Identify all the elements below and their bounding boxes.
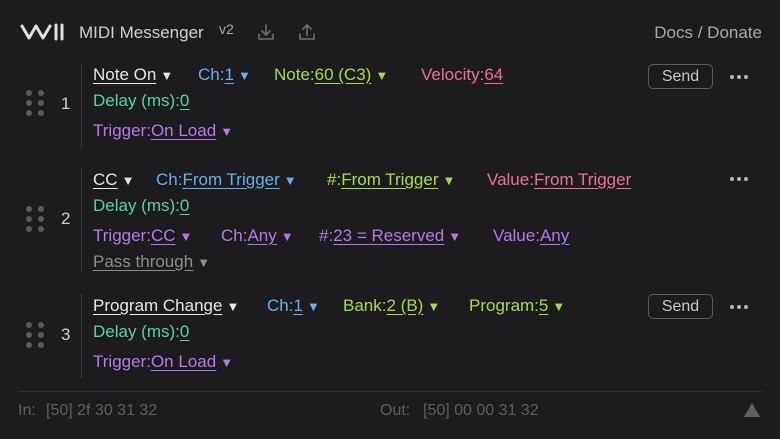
message-row-1: 1 Note On ▼ Ch:1 ▼ Note:60 (C3) ▼ Velocity:… — [0, 62, 780, 152]
message-row-3: 3 Program Change ▼ Ch:1 ▼ Bank:2 (B) ▼ Prog… — [0, 294, 780, 384]
message-type-select[interactable]: CC ▼ — [93, 169, 134, 192]
message-number: 2 — [61, 209, 71, 228]
trigger-channel-select[interactable]: Ch:Any ▼ — [221, 225, 294, 248]
more-options-icon[interactable] — [730, 174, 750, 184]
trigger-value-select[interactable]: Value:Any — [493, 225, 569, 247]
midi-out-value: [50] 00 00 31 32 — [423, 402, 539, 419]
delay-input[interactable]: Delay (ms):0 — [93, 195, 189, 217]
message-type-select[interactable]: Note On ▼ — [93, 64, 173, 87]
row-divider — [81, 64, 82, 148]
midi-in-label: In: — [18, 402, 36, 419]
midi-in-value: [50] 2f 30 31 32 — [46, 402, 158, 419]
cc-value-input[interactable]: Value:From Trigger — [487, 169, 631, 191]
trigger-number-select[interactable]: #:23 = Reserved ▼ — [319, 225, 461, 248]
app-header: MIDI Messenger v2 Docs / Donate — [0, 0, 780, 62]
program-select[interactable]: Program:5 ▼ — [469, 295, 565, 318]
download-icon[interactable] — [256, 22, 276, 42]
channel-select[interactable]: Ch:From Trigger ▼ — [156, 169, 297, 192]
channel-select[interactable]: Ch:1 ▼ — [198, 64, 251, 87]
docs-donate-link[interactable]: Docs / Donate — [654, 23, 762, 43]
midi-out-label: Out: — [380, 402, 411, 419]
message-row-2: 2 CC ▼ Ch:From Trigger ▼ #:From Trigger ▼ V… — [0, 168, 780, 278]
channel-select[interactable]: Ch:1 ▼ — [267, 295, 320, 318]
message-params-line: Program Change ▼ Ch:1 ▼ Bank:2 (B) ▼ Progra… — [93, 295, 733, 317]
delay-input[interactable]: Delay (ms):0 — [93, 90, 189, 112]
trigger-select[interactable]: Trigger:On Load ▼ — [93, 120, 233, 142]
pass-through-select[interactable]: Pass through ▼ — [93, 251, 210, 273]
velocity-input[interactable]: Velocity:64 — [421, 64, 503, 86]
message-params-line: Note On ▼ Ch:1 ▼ Note:60 (C3) ▼ Velocity:64 — [93, 64, 733, 86]
drag-handle-icon[interactable] — [26, 206, 44, 232]
app-title: MIDI Messenger — [79, 23, 204, 42]
more-options-icon[interactable] — [730, 302, 750, 312]
message-number: 3 — [61, 325, 71, 344]
message-type-select[interactable]: Program Change ▼ — [93, 295, 239, 318]
row-divider — [81, 168, 82, 272]
app-logo-icon — [20, 23, 64, 41]
drag-handle-icon[interactable] — [26, 322, 44, 348]
delay-input[interactable]: Delay (ms):0 — [93, 321, 189, 343]
upload-icon[interactable] — [297, 22, 317, 42]
send-button[interactable]: Send — [648, 294, 713, 319]
cc-number-select[interactable]: #:From Trigger ▼ — [327, 169, 455, 192]
app-version: v2 — [219, 21, 234, 37]
drag-handle-icon[interactable] — [26, 90, 44, 116]
note-select[interactable]: Note:60 (C3) ▼ — [274, 64, 388, 87]
midi-monitor-footer: In: [50] 2f 30 31 32 Out: [50] 00 00 31 … — [0, 400, 780, 424]
send-button[interactable]: Send — [648, 64, 713, 89]
trigger-select[interactable]: Trigger:On Load ▼ — [93, 351, 233, 373]
trigger-line: Trigger:CC ▼ Ch:Any ▼ #:23 = Reserved ▼ Val… — [93, 225, 733, 247]
message-number: 1 — [61, 94, 71, 113]
trigger-select[interactable]: Trigger:CC ▼ — [93, 225, 192, 248]
footer-divider — [18, 391, 762, 392]
more-options-icon[interactable] — [730, 72, 750, 82]
message-params-line: CC ▼ Ch:From Trigger ▼ #:From Trigger ▼ Val… — [93, 169, 733, 191]
row-divider — [81, 294, 82, 378]
triangle-up-icon[interactable] — [743, 402, 761, 418]
bank-select[interactable]: Bank:2 (B) ▼ — [343, 295, 440, 318]
